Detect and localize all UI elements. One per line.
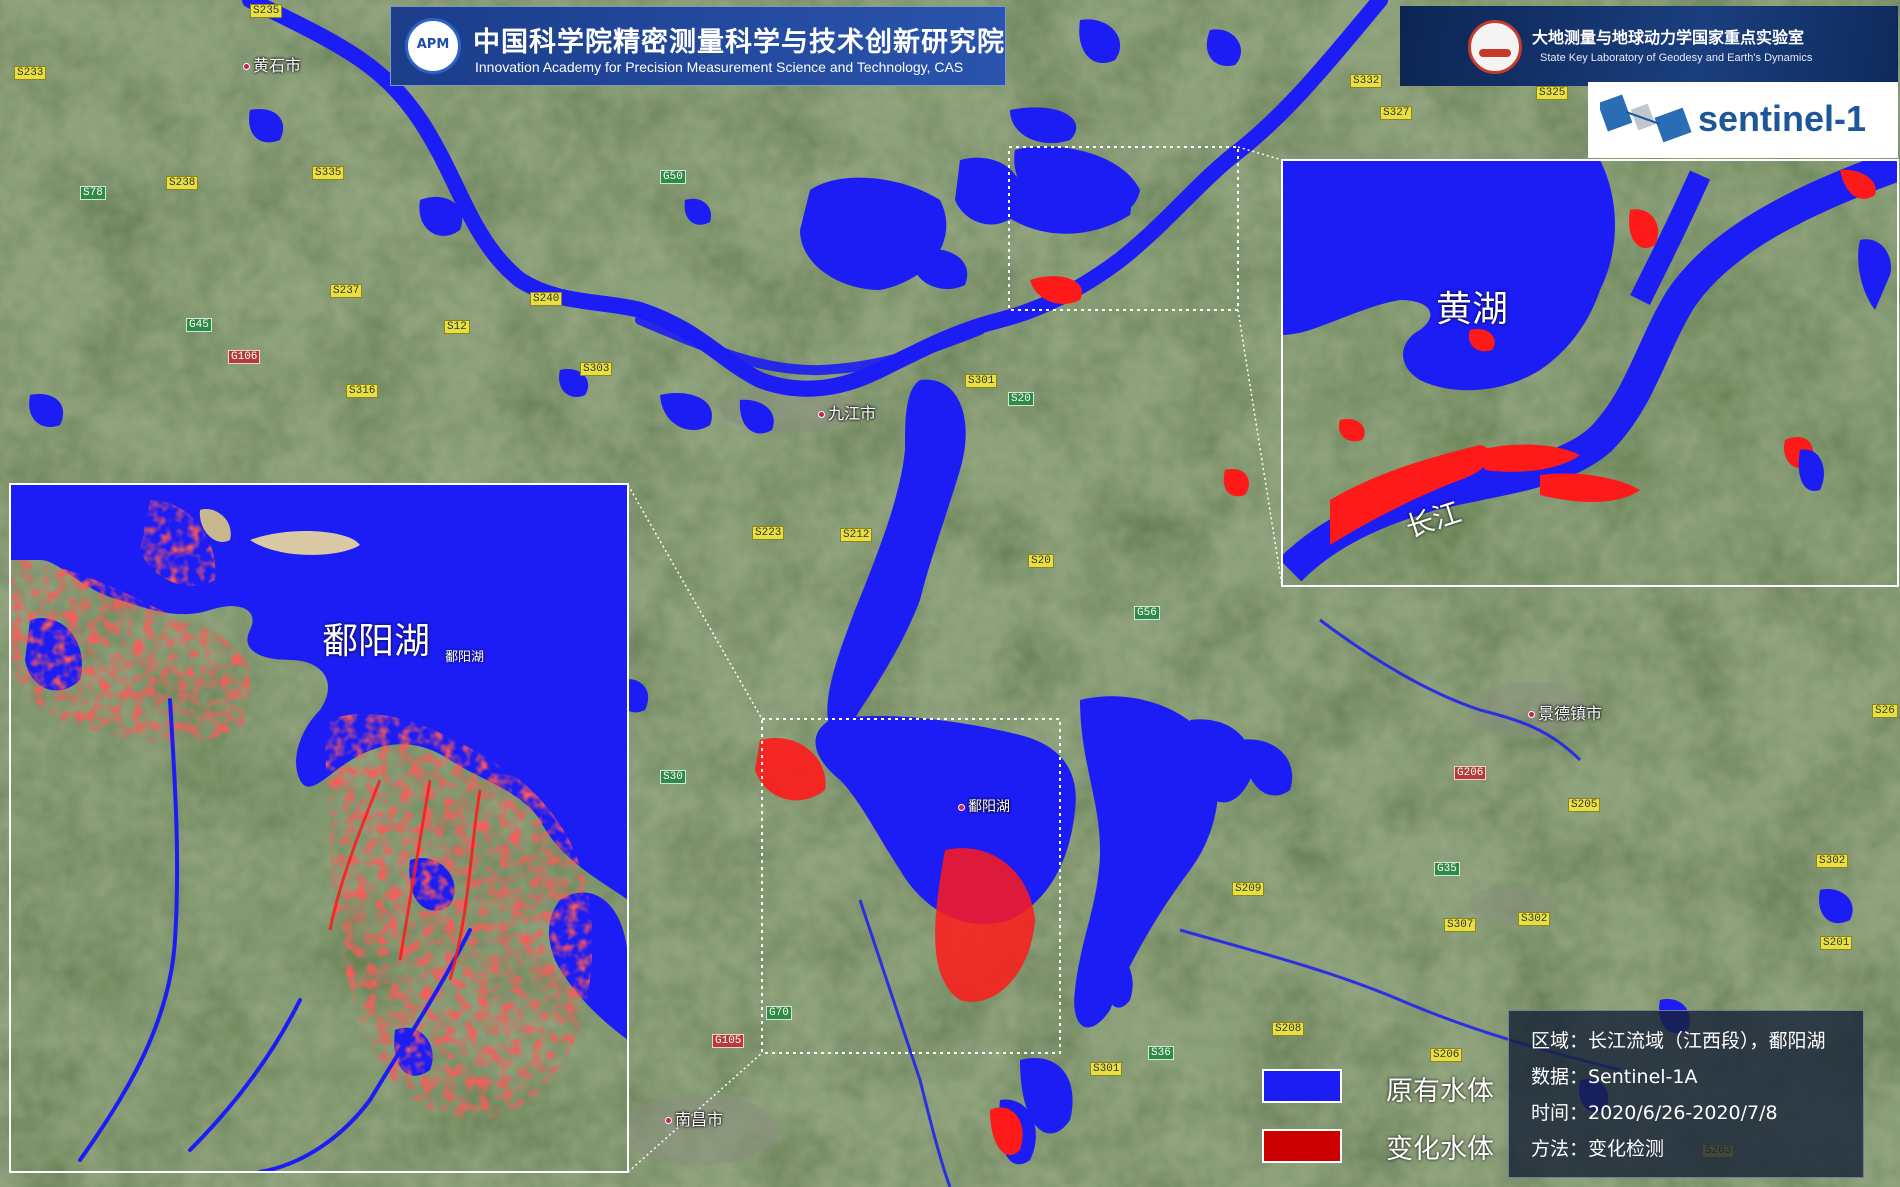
road-shield: G105 (712, 1034, 745, 1048)
info-method: 方法：变化检测 (1531, 1138, 1665, 1160)
road-shield: S36 (1148, 1046, 1174, 1060)
road-shield: G106 (228, 350, 261, 364)
institute-name-en: Innovation Academy for Precision Measure… (475, 59, 964, 75)
road-shield: S240 (530, 292, 563, 306)
road-shield: S223 (752, 526, 785, 540)
poyang-inset[interactable] (9, 483, 629, 1173)
huanghu-inset-label: 黄湖 (1436, 289, 1509, 330)
road-shield: S325 (1536, 86, 1569, 100)
info-panel: 区域：长江流域（江西段），鄱阳湖 数据：Sentinel-1A 时间：2020/… (1508, 1010, 1864, 1178)
road-shield: G45 (186, 318, 212, 332)
road-shield: S237 (330, 284, 363, 298)
apm-logo-text: APM (416, 37, 450, 52)
road-shield: S205 (1568, 798, 1601, 812)
legend-original-swatch (1262, 1069, 1342, 1103)
legend-original-label: 原有水体 (1386, 1076, 1494, 1107)
poyang-inset-small-label: 鄱阳湖 (445, 650, 485, 665)
road-shield: S78 (80, 186, 106, 200)
apm-logo: APM (405, 18, 461, 74)
road-shield: S235 (250, 4, 283, 18)
city-jingdezhen: 景德镇市 (1528, 700, 1602, 724)
poyang-inset-label: 鄱阳湖 (322, 621, 431, 662)
city-huangshi: 黄石市 (243, 52, 301, 76)
city-jiujiang: 九江市 (818, 400, 876, 424)
road-shield: G56 (1134, 606, 1160, 620)
lab-banner: 大地测量与地球动力学国家重点实验室 State Key Laboratory o… (1400, 6, 1898, 86)
road-shield: S209 (1232, 882, 1265, 896)
road-shield: S302 (1518, 912, 1551, 926)
legend-change-label: 变化水体 (1386, 1134, 1494, 1165)
institute-banner: APM 中国科学院精密测量科学与技术创新研究院 Innovation Acade… (390, 6, 1006, 86)
road-shield: S208 (1272, 1022, 1305, 1036)
road-shield: S316 (346, 384, 379, 398)
road-shield: S303 (580, 362, 613, 376)
road-shield: S327 (1380, 106, 1413, 120)
legend-change-swatch (1262, 1129, 1342, 1163)
city-poyang-main: 鄱阳湖 (958, 796, 1010, 816)
road-shield: G206 (1454, 766, 1487, 780)
lab-name-cn: 大地测量与地球动力学国家重点实验室 (1532, 28, 1805, 47)
road-shield: S20 (1028, 554, 1054, 568)
satellite-icon (1600, 94, 1692, 143)
road-shield: S307 (1444, 918, 1477, 932)
lab-name-en: State Key Laboratory of Geodesy and Eart… (1540, 52, 1813, 64)
institute-name-cn: 中国科学院精密测量科学与技术创新研究院 (473, 27, 1005, 58)
city-nanchang: 南昌市 (665, 1106, 723, 1130)
road-shield: G50 (660, 170, 686, 184)
road-shield: S301 (965, 374, 998, 388)
road-shield: S233 (14, 66, 47, 80)
road-shield: S212 (840, 528, 873, 542)
legend: 原有水体 变化水体 (1262, 1063, 1502, 1173)
road-shield: S201 (1820, 936, 1853, 950)
road-shield: S206 (1430, 1048, 1463, 1062)
map-canvas[interactable] (0, 0, 1900, 1187)
sentinel-logo-text: sentinel-1 (1698, 98, 1867, 139)
huanghu-inset[interactable] (1281, 159, 1899, 587)
sentinel-logo: sentinel-1 (1588, 82, 1898, 158)
road-shield: S335 (312, 166, 345, 180)
road-shield: S302 (1816, 854, 1849, 868)
road-shield: S26 (1872, 704, 1898, 718)
road-shield: S20 (1008, 392, 1034, 406)
lab-seal-icon (1468, 20, 1522, 74)
road-shield: S332 (1350, 74, 1383, 88)
info-data: 数据：Sentinel-1A (1531, 1066, 1698, 1088)
info-time: 时间：2020/6/26-2020/7/8 (1531, 1102, 1778, 1124)
road-shield: S301 (1090, 1062, 1123, 1076)
info-region: 区域：长江流域（江西段），鄱阳湖 (1531, 1030, 1826, 1052)
road-shield: S238 (166, 176, 199, 190)
road-shield: G70 (766, 1006, 792, 1020)
road-shield: G35 (1434, 862, 1460, 876)
road-shield: S12 (444, 320, 470, 334)
road-shield: S30 (660, 770, 686, 784)
